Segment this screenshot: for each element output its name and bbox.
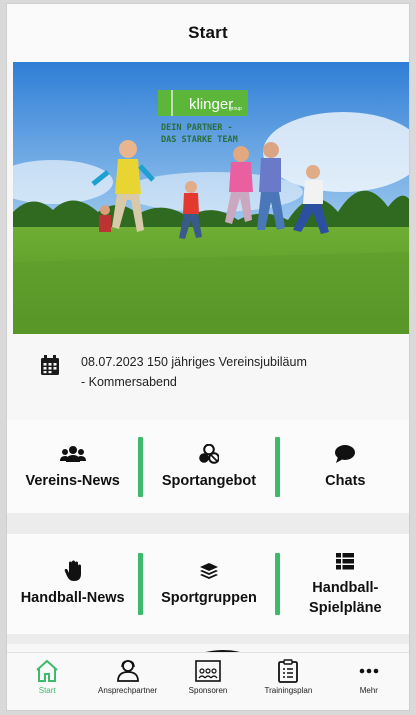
tile-label: Handball-News	[20, 590, 125, 606]
balls-icon	[199, 443, 219, 464]
hero-illustration: klinger group DEIN PARTNER - DAS STARKE …	[13, 62, 409, 334]
tab-label: Sponsoren	[188, 686, 228, 695]
tile-handball-spielplaene[interactable]: Handball-Spielpläne	[280, 534, 409, 634]
tab-label: Trainingsplan	[264, 686, 313, 695]
home-icon	[36, 659, 58, 682]
tile-sportangebot[interactable]: Sportangebot	[143, 420, 274, 513]
tab-mehr[interactable]: Mehr	[329, 653, 409, 710]
event-title: 08.07.2023 150 jähriges Vereinsjubiläum	[81, 355, 307, 369]
event-item[interactable]: 08.07.2023 150 jähriges Vereinsjubiläum …	[13, 334, 409, 416]
app-screen: Start klinger group DEIN PARTNER - DAS S…	[6, 3, 410, 711]
tile-label: Chats	[325, 472, 366, 489]
event-subtitle: - Kommersabend	[81, 375, 177, 389]
sponsors-icon	[195, 660, 221, 682]
tab-label: Ansprechpartner	[98, 686, 158, 695]
tab-sponsoren[interactable]: Sponsoren	[168, 653, 248, 710]
hero-slogan-line2: DAS STARKE TEAM	[161, 135, 238, 145]
brand-logo-text: klinger	[189, 96, 233, 113]
top-bar: Start	[7, 4, 409, 62]
hand-icon	[64, 560, 81, 581]
menu-row-2: Handball-News Sportgruppen Handball-Spie…	[7, 534, 409, 634]
tile-chats[interactable]: Chats	[280, 420, 409, 513]
users-icon	[59, 445, 86, 462]
tab-label: Mehr	[359, 686, 378, 695]
tile-handball-news[interactable]: Handball-News	[7, 534, 138, 634]
tab-ansprechpartner[interactable]: Ansprechpartner	[87, 653, 167, 710]
hero-slogan-line1: DEIN PARTNER -	[161, 123, 233, 133]
tile-label: Sportangebot	[161, 472, 257, 489]
tab-label: Start	[38, 686, 56, 695]
page-title: Start	[188, 23, 228, 42]
hero-banner[interactable]: klinger group DEIN PARTNER - DAS STARKE …	[13, 62, 409, 334]
brand-logo-subtext: group	[229, 106, 242, 112]
list-icon	[336, 553, 355, 570]
layers-icon	[199, 563, 218, 579]
more-icon	[359, 668, 379, 674]
bottom-tab-bar: Start Ansprechpartner Sponsoren Training…	[7, 652, 409, 710]
clipboard-icon	[278, 659, 299, 683]
calendar-icon	[41, 355, 59, 375]
tab-trainingsplan[interactable]: Trainingsplan	[248, 653, 328, 710]
tile-label: Sportgruppen	[161, 590, 257, 606]
chat-bubble-icon	[335, 444, 356, 463]
tile-sportgruppen[interactable]: Sportgruppen	[143, 534, 274, 634]
section-gap	[7, 634, 409, 644]
tile-vereins-news[interactable]: Vereins-News	[7, 420, 138, 513]
tile-label: Handball-Spielpläne	[309, 580, 382, 616]
tab-start[interactable]: Start	[7, 653, 87, 710]
tile-label: Vereins-News	[25, 472, 120, 489]
menu-row-1: Vereins-News Sportangebot Chats	[7, 420, 409, 513]
section-gap	[7, 513, 409, 534]
contact-person-icon	[116, 660, 139, 682]
